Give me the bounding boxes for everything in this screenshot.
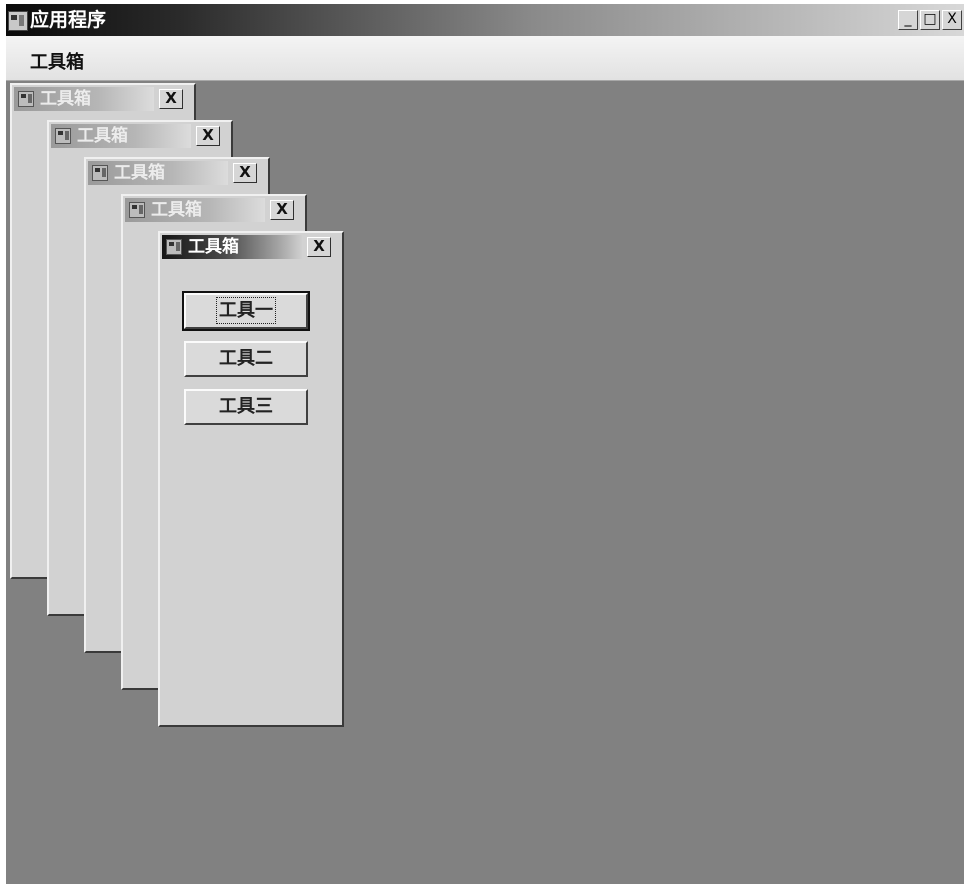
toolbox-close-button[interactable]: X	[196, 126, 220, 146]
toolbox-title: 工具箱	[188, 237, 239, 257]
toolbox-close-button[interactable]: X	[233, 163, 257, 183]
toolbox-window-icon	[129, 202, 145, 218]
toolbox-title-bar[interactable]: 工具箱	[162, 235, 302, 259]
tool-one-label: 工具一	[216, 297, 276, 324]
toolbox-title: 工具箱	[114, 163, 165, 183]
app-title: 应用程序	[30, 9, 107, 31]
toolbox-close-button[interactable]: X	[270, 200, 294, 220]
close-button[interactable]: X	[942, 10, 962, 30]
toolbox-window-active[interactable]: 工具箱 X 工具一 工具二 工具三	[158, 231, 344, 727]
toolbox-title: 工具箱	[151, 200, 202, 220]
toolbox-window-icon	[55, 128, 71, 144]
toolbox-window-icon	[18, 91, 34, 107]
tool-three-label: 工具三	[219, 396, 273, 417]
toolbox-title-bar[interactable]: 工具箱	[51, 124, 191, 148]
toolbox-close-button[interactable]: X	[307, 237, 331, 257]
app-title-bar[interactable]: 应用程序 _ □ X	[6, 4, 964, 36]
toolbox-title: 工具箱	[77, 126, 128, 146]
toolbox-title-bar[interactable]: 工具箱	[88, 161, 228, 185]
minimize-button[interactable]: _	[898, 10, 918, 30]
toolbox-close-button[interactable]: X	[159, 89, 183, 109]
toolbox-title: 工具箱	[40, 89, 91, 109]
tool-two-label: 工具二	[219, 348, 273, 369]
app-window-icon[interactable]	[8, 11, 28, 31]
window-controls: _ □ X	[898, 10, 964, 30]
tool-three-button[interactable]: 工具三	[184, 389, 308, 425]
tool-two-button[interactable]: 工具二	[184, 341, 308, 377]
mdi-client-area: 工具箱 X 工具箱 X 工具箱 X 工具箱 X 工具箱 X 工具一 工具二 工具…	[6, 81, 964, 884]
toolbox-window-icon	[92, 165, 108, 181]
maximize-button[interactable]: □	[920, 10, 940, 30]
toolbox-title-bar[interactable]: 工具箱	[125, 198, 265, 222]
menu-item-toolbox[interactable]: 工具箱	[24, 46, 90, 76]
application-window: 应用程序 _ □ X 工具箱 工具箱 X 工具箱 X 工具箱 X 工具箱 X 工…	[6, 4, 964, 884]
menu-bar: 工具箱	[6, 36, 964, 81]
toolbox-title-bar[interactable]: 工具箱	[14, 87, 154, 111]
toolbox-window-icon	[166, 239, 182, 255]
tool-one-button[interactable]: 工具一	[182, 291, 310, 331]
